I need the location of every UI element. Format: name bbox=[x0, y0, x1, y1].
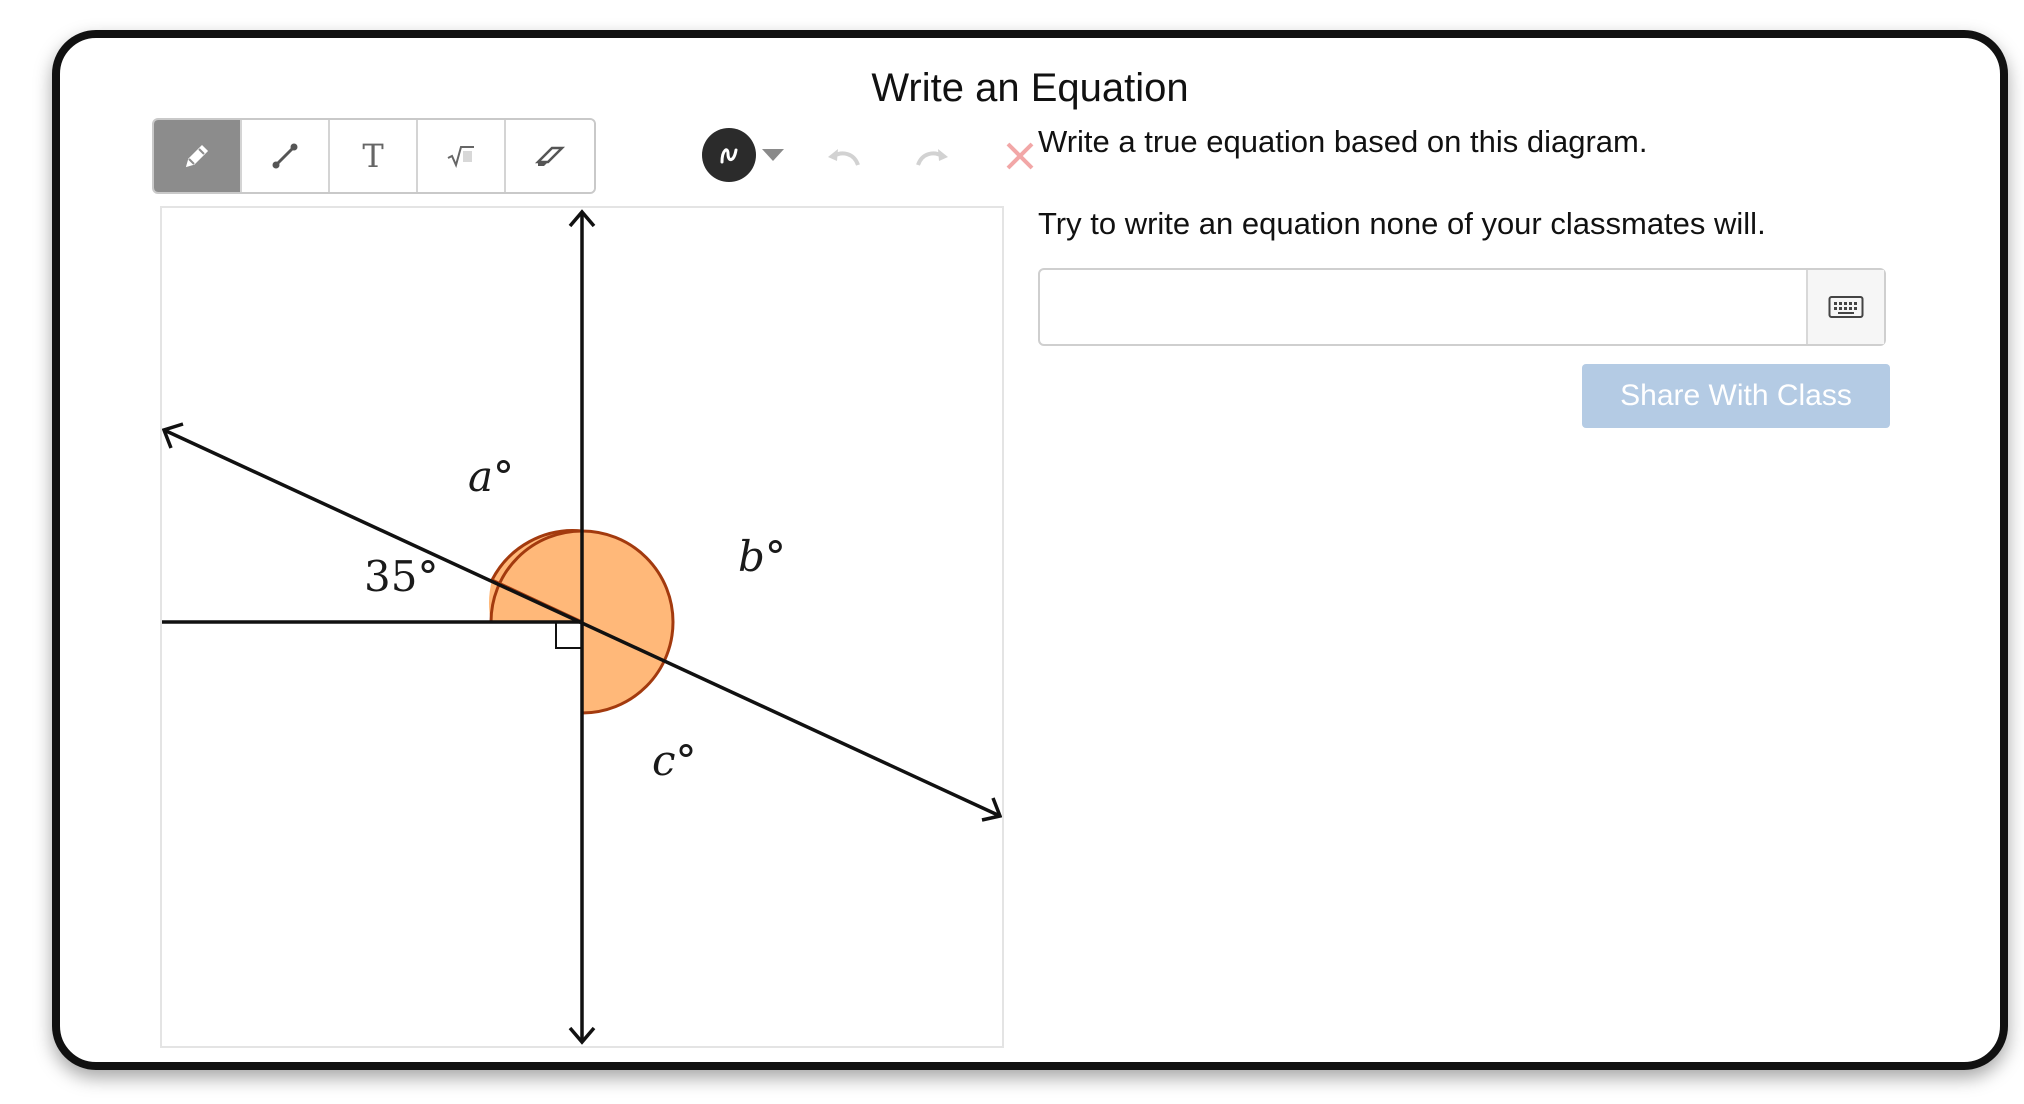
sketch-canvas[interactable]: a° b° c° 35° bbox=[160, 206, 1004, 1048]
eraser-tool-button[interactable] bbox=[506, 120, 594, 192]
eraser-icon bbox=[534, 146, 566, 166]
given-angle-label: 35° bbox=[364, 552, 439, 601]
undo-icon bbox=[828, 149, 860, 166]
angle-label-c: c° bbox=[652, 736, 697, 785]
share-with-class-button[interactable]: Share With Class bbox=[1582, 364, 1890, 428]
color-swatch bbox=[702, 128, 756, 182]
question-prompt: Write a true equation based on this diag… bbox=[1038, 124, 1648, 159]
color-picker[interactable] bbox=[702, 128, 784, 182]
clear-button[interactable] bbox=[996, 132, 1044, 180]
line-tool-button[interactable] bbox=[242, 120, 330, 192]
text-icon: T bbox=[362, 137, 384, 175]
text-tool-button[interactable]: T bbox=[330, 120, 418, 192]
chevron-down-icon bbox=[762, 149, 784, 161]
activity-title: Write an Equation bbox=[871, 66, 1189, 110]
sketch-toolbar: T bbox=[152, 118, 1034, 194]
math-tool-button[interactable] bbox=[418, 120, 506, 192]
undo-button[interactable] bbox=[820, 132, 868, 180]
squiggle-icon bbox=[720, 148, 738, 164]
square-root-icon bbox=[447, 146, 474, 168]
answer-field bbox=[1038, 268, 1886, 346]
activity-card: Write an Equation T a° b° c° 35° Write a… bbox=[52, 30, 2008, 1070]
tool-group: T bbox=[152, 118, 596, 194]
line-segment-icon bbox=[272, 143, 298, 169]
redo-button[interactable] bbox=[908, 132, 956, 180]
keyboard-button[interactable] bbox=[1806, 270, 1884, 344]
question-hint: Try to write an equation none of your cl… bbox=[1038, 206, 1766, 241]
pencil-icon bbox=[185, 144, 209, 168]
equation-input[interactable] bbox=[1040, 270, 1806, 344]
pencil-tool-button[interactable] bbox=[154, 120, 242, 192]
close-icon bbox=[1006, 142, 1034, 170]
angle-diagram bbox=[162, 209, 1002, 1045]
angle-label-a: a° bbox=[468, 452, 515, 501]
redo-icon bbox=[916, 149, 948, 166]
angle-label-b: b° bbox=[738, 532, 786, 581]
keyboard-icon bbox=[1828, 296, 1864, 318]
right-angle-marker bbox=[555, 621, 583, 649]
